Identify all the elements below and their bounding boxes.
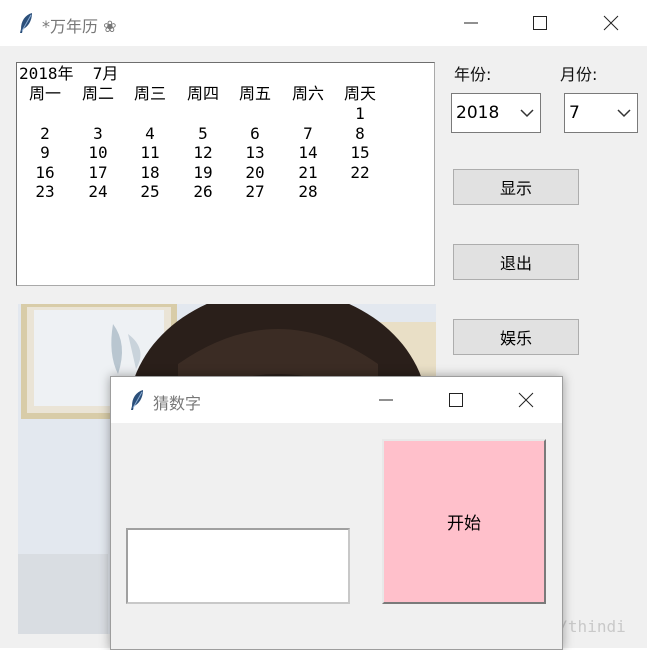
calendar-week-row: 1 bbox=[17, 104, 434, 124]
close-icon bbox=[603, 15, 619, 31]
calendar-day: 10 bbox=[88, 143, 108, 162]
main-window-title: *万年历 ❀ bbox=[42, 17, 117, 36]
year-select-value: 2018 bbox=[456, 103, 500, 123]
minimize-button[interactable] bbox=[448, 0, 494, 46]
calendar-day: 20 bbox=[245, 162, 265, 182]
calendar-day: 8 bbox=[355, 123, 365, 143]
calendar-day: 15 bbox=[350, 143, 370, 162]
minimize-icon bbox=[464, 22, 478, 24]
calendar-week-row: 2 3 4 5 6 7 8 bbox=[17, 124, 434, 144]
guess-input[interactable] bbox=[126, 528, 350, 604]
minimize-icon bbox=[379, 399, 393, 401]
calendar-week-row: 9 10 11 12 13 14 15 bbox=[17, 143, 434, 163]
weekday-label: 周二 bbox=[81, 84, 114, 103]
calendar-day: 22 bbox=[350, 162, 370, 182]
calendar-day: 21 bbox=[298, 162, 318, 182]
fun-button[interactable]: 娱乐 bbox=[453, 319, 579, 355]
start-button[interactable]: 开始 bbox=[382, 439, 546, 604]
calendar-day: 25 bbox=[140, 182, 160, 201]
dialog-minimize-button[interactable] bbox=[363, 377, 409, 423]
dialog-close-button[interactable] bbox=[503, 377, 549, 423]
calendar-day: 6 bbox=[250, 123, 260, 143]
calendar-day: 23 bbox=[35, 182, 55, 201]
calendar-text-area[interactable]: 2018年 7月 周一 周二 周三 周四 周五 周六 周天 1 2 3 4 5 6 7 8 9 10 11 12 1… bbox=[16, 62, 435, 286]
calendar-week-row: 16 17 18 19 20 21 22 bbox=[17, 163, 434, 183]
weekday-label: 周一 bbox=[28, 84, 61, 103]
guess-number-dialog: 猜数字 开始 bbox=[110, 376, 563, 650]
calendar-day: 14 bbox=[298, 143, 318, 162]
main-titlebar[interactable]: *万年历 ❀ bbox=[0, 0, 647, 46]
calendar-day: 3 bbox=[93, 123, 103, 143]
calendar-day: 11 bbox=[140, 143, 160, 162]
month-select-value: 7 bbox=[569, 103, 580, 123]
calendar-day: 13 bbox=[245, 143, 265, 162]
calendar-day: 18 bbox=[140, 162, 160, 182]
show-button[interactable]: 显示 bbox=[453, 169, 579, 205]
calendar-day: 16 bbox=[35, 162, 55, 182]
feather-icon bbox=[16, 11, 38, 35]
weekday-label: 周天 bbox=[343, 84, 376, 103]
weekday-label: 周三 bbox=[133, 84, 166, 103]
maximize-icon bbox=[449, 393, 463, 407]
dialog-maximize-button[interactable] bbox=[433, 377, 479, 423]
weekday-row: 周一 周二 周三 周四 周五 周六 周天 bbox=[17, 84, 434, 104]
calendar-day: 9 bbox=[40, 143, 50, 162]
calendar-day: 7 bbox=[303, 123, 313, 143]
calendar-day: 17 bbox=[88, 162, 108, 182]
calendar-day: 28 bbox=[298, 182, 318, 201]
calendar-day: 2 bbox=[40, 123, 50, 143]
maximize-button[interactable] bbox=[517, 0, 563, 46]
close-button[interactable] bbox=[588, 0, 634, 46]
chevron-down-icon bbox=[617, 109, 631, 118]
month-select[interactable]: 7 bbox=[564, 93, 638, 133]
calendar-day: 27 bbox=[245, 182, 265, 201]
feather-icon bbox=[127, 388, 149, 412]
calendar-day: 26 bbox=[193, 182, 213, 201]
calendar-month-header: 2018年 7月 bbox=[19, 64, 119, 83]
dialog-titlebar[interactable]: 猜数字 bbox=[111, 377, 562, 423]
dialog-title: 猜数字 bbox=[153, 394, 202, 413]
calendar-day: 5 bbox=[198, 123, 208, 143]
calendar-day: 4 bbox=[145, 123, 155, 143]
year-label: 年份: bbox=[454, 65, 492, 84]
month-label: 月份: bbox=[560, 65, 598, 84]
chevron-down-icon bbox=[520, 109, 534, 118]
quit-button[interactable]: 退出 bbox=[453, 244, 579, 280]
weekday-label: 周六 bbox=[291, 84, 324, 103]
calendar-week-row: 23 24 25 26 27 28 bbox=[17, 182, 434, 202]
calendar-day: 12 bbox=[193, 143, 213, 162]
calendar-day: 1 bbox=[355, 104, 365, 123]
year-select[interactable]: 2018 bbox=[451, 93, 541, 133]
weekday-label: 周五 bbox=[238, 84, 271, 103]
weekday-label: 周四 bbox=[186, 84, 219, 103]
close-icon bbox=[518, 392, 534, 408]
maximize-icon bbox=[533, 16, 547, 30]
calendar-day: 24 bbox=[88, 182, 108, 201]
calendar-day: 19 bbox=[193, 162, 213, 182]
